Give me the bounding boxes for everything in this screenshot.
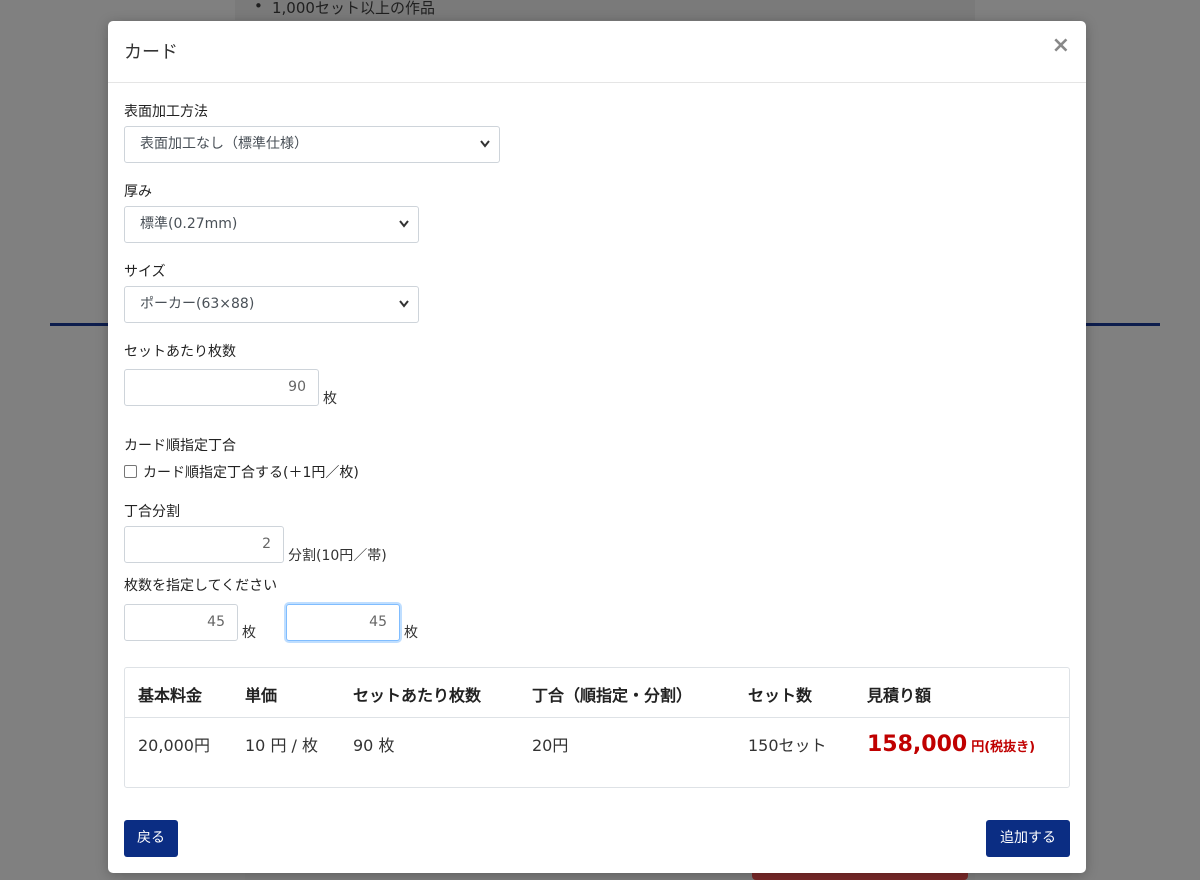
thickness-label: 厚み xyxy=(124,184,152,200)
close-icon[interactable]: × xyxy=(1052,35,1070,57)
header-set-count: セット数 xyxy=(748,686,813,705)
add-button[interactable]: 追加する xyxy=(986,820,1070,857)
cell-cards-per-set: 90 枚 xyxy=(353,736,395,755)
surface-select-value: 表面加工なし（標準仕様） xyxy=(140,136,308,152)
chevron-down-icon xyxy=(398,287,410,336)
cell-set-count: 150セット xyxy=(748,736,827,755)
chevron-down-icon xyxy=(479,127,491,176)
size-label: サイズ xyxy=(124,264,166,280)
split-input[interactable]: 2 xyxy=(124,526,284,563)
background-divider-right xyxy=(1086,323,1160,326)
header-cards-per-set: セットあたり枚数 xyxy=(353,686,482,705)
cell-collation: 20円 xyxy=(532,736,569,755)
cell-base-fee: 20,000円 xyxy=(138,736,210,755)
cards-per-set-label: セットあたり枚数 xyxy=(124,344,236,360)
thickness-select-value: 標準(0.27mm) xyxy=(140,216,238,232)
order-collation-checkbox[interactable] xyxy=(124,465,137,478)
split-counts-label: 枚数を指定してください xyxy=(124,578,278,594)
split-count-input-2[interactable]: 45 xyxy=(286,604,400,641)
header-collation: 丁合（順指定・分割） xyxy=(532,686,693,705)
thickness-select[interactable]: 標準(0.27mm) xyxy=(124,206,419,243)
estimate-total: 158,000 円(税抜き) xyxy=(867,732,1035,757)
split-count-unit-2: 枚 xyxy=(404,625,418,641)
split-unit: 分割(10円／帯) xyxy=(288,548,387,564)
size-select[interactable]: ポーカー(63×88) xyxy=(124,286,419,323)
header-base-fee: 基本料金 xyxy=(138,686,203,705)
background-divider-left xyxy=(50,323,110,326)
surface-label: 表面加工方法 xyxy=(124,104,208,120)
modal-header: カード × xyxy=(108,21,1086,83)
cards-per-set-unit: 枚 xyxy=(323,391,337,407)
split-count-unit-1: 枚 xyxy=(242,625,256,641)
split-count-input-1[interactable]: 45 xyxy=(124,604,238,641)
order-collation-checkbox-label[interactable]: カード順指定丁合する(＋1円／枚) xyxy=(143,462,359,482)
estimate-table: 基本料金 単価 セットあたり枚数 丁合（順指定・分割） セット数 見積り額 20… xyxy=(124,667,1070,788)
size-select-value: ポーカー(63×88) xyxy=(140,296,255,312)
surface-select[interactable]: 表面加工なし（標準仕様） xyxy=(124,126,500,163)
split-label: 丁合分割 xyxy=(124,504,180,520)
cell-unit-price: 10 円 / 枚 xyxy=(245,736,319,755)
order-collation-label: カード順指定丁合 xyxy=(124,438,236,454)
header-unit-price: 単価 xyxy=(245,686,278,705)
back-button[interactable]: 戻る xyxy=(124,820,178,857)
modal-title: カード xyxy=(124,42,178,63)
cards-per-set-input[interactable]: 90 xyxy=(124,369,319,406)
card-modal: カード × 表面加工方法 表面加工なし（標準仕様） 厚み 標準(0.27mm) … xyxy=(108,21,1086,873)
table-divider xyxy=(125,717,1069,718)
background-list-item: 1,000セット以上の作品 xyxy=(254,0,435,18)
estimate-total-value: 158,000 xyxy=(867,732,968,757)
header-estimate: 見積り額 xyxy=(867,686,932,705)
chevron-down-icon xyxy=(398,207,410,256)
estimate-total-suffix: 円(税抜き) xyxy=(971,740,1036,755)
